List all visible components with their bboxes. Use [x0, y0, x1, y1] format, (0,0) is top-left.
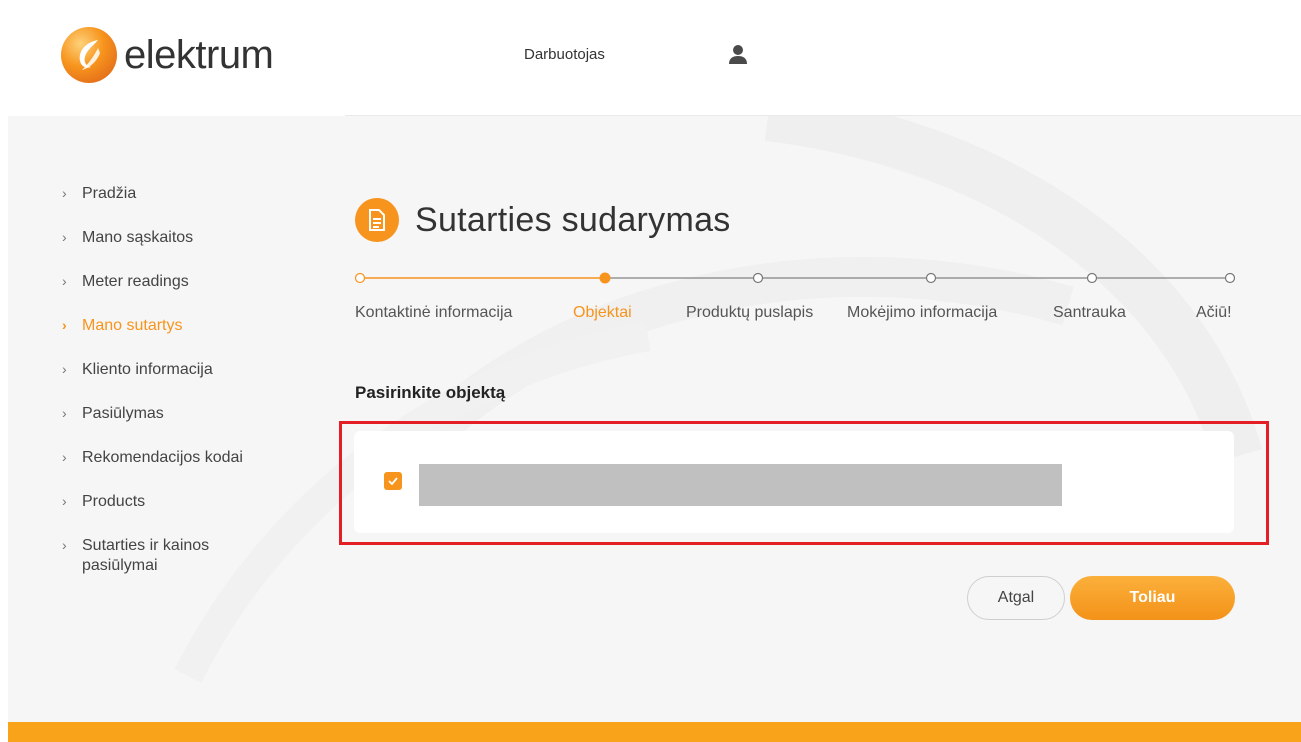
chevron-right-icon: › [62, 317, 67, 333]
sidebar-item-kliento-informacija[interactable]: › Kliento informacija [62, 360, 302, 404]
sidebar-nav: › Pradžia › Mano sąskaitos › Meter readi… [62, 184, 302, 580]
sidebar-item-label: Rekomendacijos kodai [82, 449, 243, 466]
chevron-right-icon: › [62, 185, 67, 201]
sidebar-item-meter-readings[interactable]: › Meter readings [62, 272, 302, 316]
step-dot-produktu [752, 272, 764, 284]
step-dot-santrauka [1086, 272, 1098, 284]
step-santrauka: Santrauka [1053, 304, 1126, 321]
chevron-right-icon: › [62, 449, 67, 465]
sidebar-item-products[interactable]: › Products [62, 492, 302, 536]
sidebar-item-label: Mano sąskaitos [82, 229, 194, 246]
sidebar-item-label: Kliento informacija [82, 361, 213, 378]
elektrum-logo[interactable]: elektrum [60, 26, 274, 84]
sidebar-item-sutarties-kainos[interactable]: › Sutarties ir kainos pasiūlymai [62, 536, 302, 580]
step-mokejimo-informacija: Mokėjimo informacija [847, 304, 998, 321]
sidebar-item-mano-sutartys[interactable]: › Mano sutartys [62, 316, 302, 360]
object-checkbox[interactable] [384, 472, 402, 490]
step-kontaktine-informacija[interactable]: Kontaktinė informacija [355, 304, 512, 322]
sidebar-item-label: Pasiūlymas [82, 405, 164, 422]
sidebar-item-label: Pradžia [82, 185, 137, 202]
sidebar-item-label: Products [82, 493, 146, 510]
step-dot-mokejimo [925, 272, 937, 284]
progress-stepper [355, 272, 1236, 284]
page-title: Sutarties sudarymas [415, 200, 731, 239]
footer-bar [8, 722, 1301, 742]
back-button[interactable]: Atgal [967, 576, 1065, 620]
section-label: Pasirinkite objektą [355, 383, 506, 402]
next-button[interactable]: Toliau [1070, 576, 1235, 620]
chevron-right-icon: › [62, 361, 67, 377]
sidebar-item-label: Sutarties ir kainos pasiūlymai [82, 537, 210, 574]
sidebar-item-mano-saskaitos[interactable]: › Mano sąskaitos [62, 228, 302, 272]
nav-user-label[interactable]: Darbuotojas [524, 46, 605, 63]
step-dot-aciu [1224, 272, 1236, 284]
step-dot-kontaktine [355, 272, 366, 284]
step-dot-objektai [599, 272, 611, 284]
header: elektrum Darbuotojas [0, 0, 1301, 116]
chevron-right-icon: › [62, 405, 67, 421]
user-icon[interactable] [728, 44, 748, 66]
step-aciu: Ačiū! [1196, 304, 1232, 321]
sidebar-item-rekomendacijos-kodai[interactable]: › Rekomendacijos kodai [62, 448, 302, 492]
check-icon [388, 477, 398, 485]
document-icon [355, 198, 399, 242]
chevron-right-icon: › [62, 273, 67, 289]
chevron-right-icon: › [62, 493, 67, 509]
sidebar-item-label: Mano sutartys [82, 317, 183, 334]
sidebar-item-pradzia[interactable]: › Pradžia [62, 184, 302, 228]
page-title-wrap: Sutarties sudarymas [355, 198, 731, 242]
object-name-redacted [419, 464, 1062, 506]
sidebar-item-pasiulymas[interactable]: › Pasiūlymas [62, 404, 302, 448]
elektrum-logo-icon [61, 27, 117, 83]
step-objektai[interactable]: Objektai [573, 304, 632, 322]
step-produktu-puslapis: Produktų puslapis [686, 304, 814, 321]
chevron-right-icon: › [62, 537, 67, 553]
logo-text: elektrum [124, 32, 274, 77]
chevron-right-icon: › [62, 229, 67, 245]
sidebar-item-label: Meter readings [82, 273, 189, 290]
